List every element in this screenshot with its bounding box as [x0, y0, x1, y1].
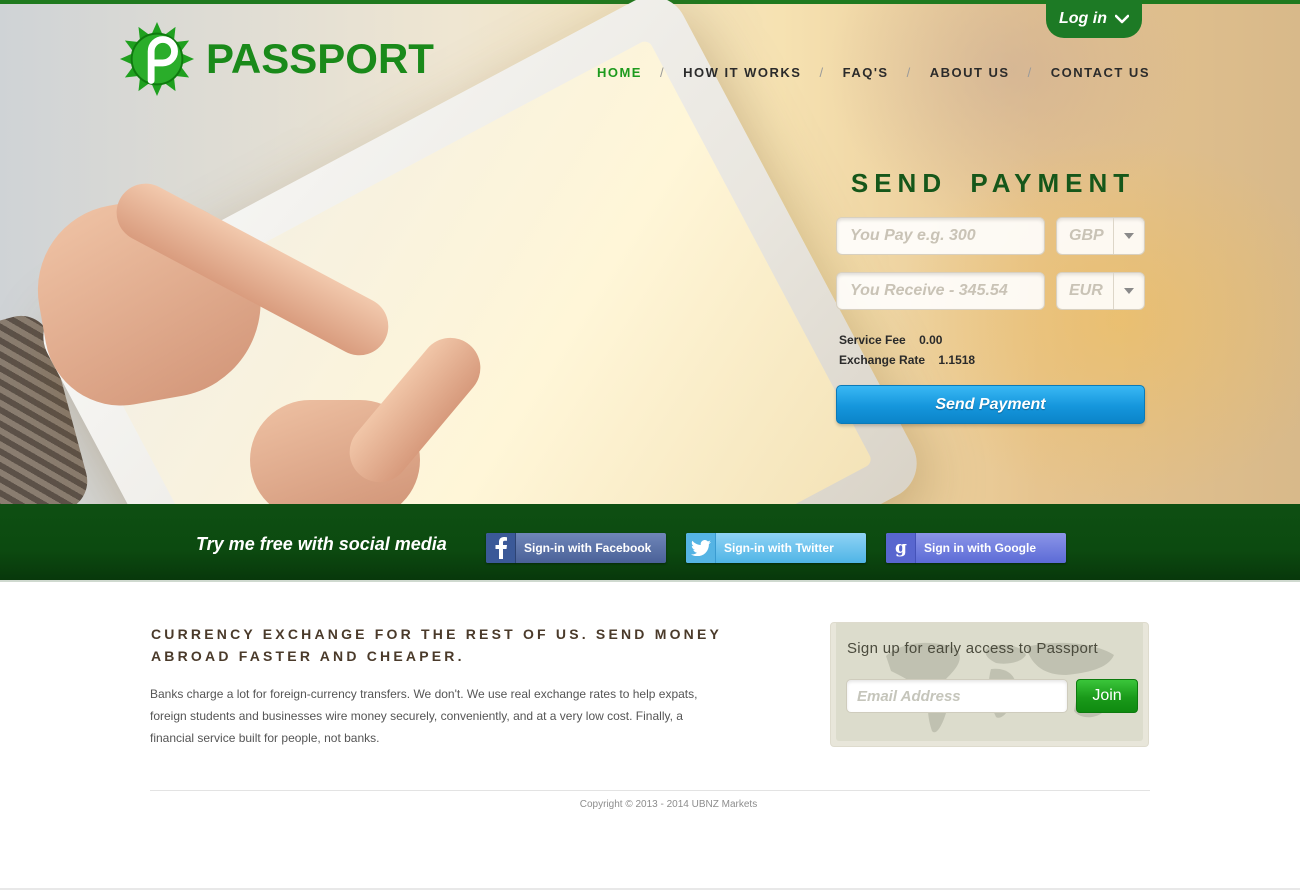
receive-currency-select[interactable]: EUR: [1056, 272, 1145, 310]
service-fee-label: Service Fee: [839, 333, 906, 347]
social-tagline: Try me free with social media: [196, 534, 447, 554]
currency-exchange-headline: CURRENCY EXCHANGE FOR THE REST OF US. SE…: [151, 626, 722, 664]
exchange-rate-label: Exchange Rate: [839, 353, 926, 367]
exchange-rate-row: Exchange Rate 1.1518: [839, 353, 975, 367]
twitter-signin-button[interactable]: Sign-in with Twitter: [686, 533, 866, 563]
hero-banner: PASSPORT Log in HOME / HOW IT WORKS / FA…: [0, 0, 1300, 504]
page-bottom-divider: [0, 888, 1300, 890]
login-label: Log in: [1059, 10, 1107, 27]
passport-logo-icon: [119, 21, 195, 97]
google-signin-button[interactable]: g Sign in with Google: [886, 533, 1066, 563]
svg-text:g: g: [895, 538, 907, 558]
twitter-signin-label: Sign-in with Twitter: [724, 541, 834, 555]
early-access-signup-box: Sign up for early access to Passport Joi…: [830, 622, 1149, 747]
google-signin-label: Sign in with Google: [924, 541, 1036, 555]
nav-about-us[interactable]: ABOUT US: [930, 65, 1010, 80]
twitter-bird-icon: [686, 533, 716, 563]
nav-faqs[interactable]: FAQ'S: [843, 65, 889, 80]
receive-currency-value: EUR: [1069, 282, 1103, 299]
site-logo[interactable]: PASSPORT: [118, 20, 434, 98]
nav-separator: /: [659, 65, 666, 80]
send-payment-button[interactable]: Send Payment: [836, 385, 1145, 424]
nav-contact-us[interactable]: CONTACT US: [1051, 65, 1150, 80]
join-button[interactable]: Join: [1076, 679, 1138, 713]
email-address-input[interactable]: [846, 679, 1068, 713]
exchange-rate-value: 1.1518: [938, 353, 976, 367]
signup-title: Sign up for early access to Passport: [847, 640, 1098, 657]
nav-separator: /: [1027, 65, 1033, 80]
pay-currency-value: GBP: [1069, 227, 1104, 244]
dropdown-arrow-icon: [1113, 273, 1144, 309]
service-fee-value: 0.00: [919, 333, 943, 347]
facebook-signin-button[interactable]: Sign-in with Facebook: [486, 533, 666, 563]
google-icon: g: [886, 533, 916, 563]
logo-text: PASSPORT: [206, 35, 434, 82]
nav-separator: /: [819, 65, 825, 80]
chevron-down-icon: [1114, 14, 1129, 24]
service-fee-row: Service Fee 0.00: [839, 333, 942, 347]
footer-divider: [150, 790, 1150, 791]
pay-currency-select[interactable]: GBP: [1056, 217, 1145, 255]
you-receive-input[interactable]: [836, 272, 1045, 310]
send-payment-title: SEND PAYMENT: [850, 168, 1136, 198]
nav-how-it-works[interactable]: HOW IT WORKS: [683, 65, 801, 80]
facebook-signin-label: Sign-in with Facebook: [524, 541, 652, 555]
main-nav: HOME / HOW IT WORKS / FAQ'S / ABOUT US /…: [597, 65, 1150, 80]
nav-separator: /: [906, 65, 912, 80]
you-pay-input[interactable]: [836, 217, 1045, 255]
dropdown-arrow-icon: [1113, 218, 1144, 254]
copyright-text: Copyright © 2013 - 2014 UBNZ Markets: [579, 799, 758, 810]
nav-home[interactable]: HOME: [597, 65, 642, 80]
login-button[interactable]: Log in: [1046, 0, 1142, 38]
facebook-icon: [486, 533, 516, 563]
social-signin-bar: Try me free with social media Sign-in wi…: [0, 504, 1300, 582]
intro-paragraph: Banks charge a lot for foreign-currency …: [150, 687, 698, 745]
